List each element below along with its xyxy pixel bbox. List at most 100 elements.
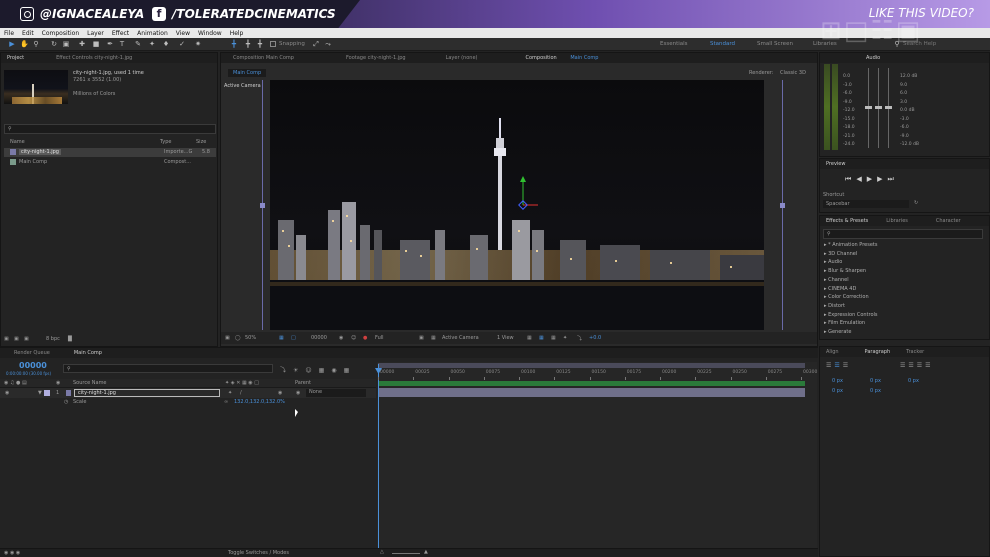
timeline-search-input[interactable]: ⚲ xyxy=(63,364,273,373)
layer-name[interactable]: city-night-1.jpg xyxy=(74,389,220,397)
viewer-timecode[interactable]: 00000 xyxy=(311,335,327,341)
effects-list-item[interactable]: ▸ Distort xyxy=(824,303,845,309)
table-row[interactable]: city-night-1.jpg Importe...G 5.8 xyxy=(4,148,216,157)
zoom-out-icon[interactable]: △ xyxy=(380,549,384,555)
trash-icon[interactable]: █ xyxy=(68,336,72,342)
comp-marker-icon[interactable]: ⤵ xyxy=(280,367,293,374)
justify-all-icon[interactable]: ☰ xyxy=(925,362,933,369)
comp-breadcrumb-button[interactable]: Main Comp xyxy=(228,69,267,77)
menu-view[interactable]: View xyxy=(172,30,194,37)
brush-tool-icon[interactable]: ✎ xyxy=(134,40,142,48)
show-snapshot-icon[interactable]: ☺ xyxy=(351,335,356,341)
exposure-value[interactable]: +0.0 xyxy=(589,335,601,341)
timeline-timecode[interactable]: 00000 xyxy=(19,361,47,370)
local-axis-icon[interactable]: ╋ xyxy=(230,40,238,48)
layer-duration-bar[interactable] xyxy=(378,388,805,397)
tab-comp-prefix[interactable]: Composition xyxy=(519,55,562,61)
menu-effect[interactable]: Effect xyxy=(108,30,133,37)
tab-character[interactable]: Character xyxy=(930,218,967,224)
prev-frame-icon[interactable]: ◀ xyxy=(856,175,866,183)
puppet-tool-icon[interactable]: ✷ xyxy=(194,40,202,48)
effects-list-item[interactable]: ▸ Audio xyxy=(824,259,842,265)
justify-right-icon[interactable]: ☰ xyxy=(917,362,925,369)
effects-list-item[interactable]: ▸ * Animation Presets xyxy=(824,242,877,248)
tab-audio[interactable]: Audio xyxy=(860,55,886,61)
level-slider-mid[interactable] xyxy=(875,106,882,109)
space-after-value[interactable]: 0 px xyxy=(870,388,881,394)
zoom-value[interactable]: 50% xyxy=(245,335,256,341)
tab-tracker[interactable]: Tracker xyxy=(900,349,930,355)
frame-blend-icon[interactable]: ▦ xyxy=(319,367,332,374)
table-row[interactable]: Main Comp Compost... xyxy=(4,158,216,167)
parent-pickwhip-icon[interactable]: ◉ xyxy=(296,390,300,396)
menu-edit[interactable]: Edit xyxy=(18,30,38,37)
col-name[interactable]: Name xyxy=(10,139,25,145)
col-parent[interactable]: Parent xyxy=(295,380,311,386)
new-comp-icon[interactable]: ▣ xyxy=(24,336,29,342)
channel-icon[interactable]: ● xyxy=(363,335,367,341)
snap-feather-icon[interactable]: ⤳ xyxy=(324,40,332,48)
menu-help[interactable]: Help xyxy=(226,30,248,37)
effects-list-item[interactable]: ▸ Generate xyxy=(824,329,851,335)
effects-list-item[interactable]: ▸ 3D Channel xyxy=(824,251,857,257)
effects-list-item[interactable]: ▸ Color Correction xyxy=(824,294,869,300)
rotate-tool-icon[interactable]: ↻ xyxy=(50,40,58,48)
camera-select[interactable]: Active Camera xyxy=(442,335,479,341)
pen-tool-icon[interactable]: ✒ xyxy=(106,40,114,48)
first-frame-icon[interactable]: ⏮ xyxy=(845,175,856,183)
zoom-in-icon[interactable]: ▲ xyxy=(424,549,428,555)
menu-animation[interactable]: Animation xyxy=(133,30,172,37)
fast-preview-icon[interactable]: ▦ xyxy=(539,335,544,341)
roi-icon[interactable]: ▣ xyxy=(419,335,424,341)
workspace-essentials[interactable]: Essentials xyxy=(660,41,688,47)
snapping-checkbox[interactable] xyxy=(270,41,276,47)
footer-icons[interactable]: ◉ ◉ ◉ xyxy=(4,550,20,556)
tab-paragraph[interactable]: Paragraph xyxy=(859,349,897,355)
timeline-zoom-slider[interactable] xyxy=(392,553,420,554)
bound-handle-right[interactable] xyxy=(780,203,785,208)
constrain-proportions-icon[interactable]: ∞ xyxy=(224,399,228,405)
project-search-input[interactable]: ⚲ xyxy=(4,124,216,134)
tab-composition[interactable]: Composition Main Comp xyxy=(227,55,300,61)
menu-composition[interactable]: Composition xyxy=(38,30,83,37)
shy-icon[interactable]: ☺ xyxy=(305,367,318,374)
next-frame-icon[interactable]: ▶ xyxy=(877,175,887,183)
level-slider-right[interactable] xyxy=(885,106,892,109)
world-axis-icon[interactable]: ╋ xyxy=(244,40,252,48)
play-icon[interactable]: ▶ xyxy=(867,175,877,183)
col-size[interactable]: Size xyxy=(196,139,206,145)
effects-list-item[interactable]: ▸ Expression Controls xyxy=(824,312,878,318)
tab-project[interactable]: Project xyxy=(1,55,30,61)
tab-footage[interactable]: Footage city-night-1.jpg xyxy=(340,55,412,61)
timeline-icon[interactable]: ▦ xyxy=(551,335,556,341)
first-line-indent-value[interactable]: 0 px xyxy=(908,378,919,384)
roto-brush-tool-icon[interactable]: ✓ xyxy=(178,40,186,48)
menu-layer[interactable]: Layer xyxy=(83,30,108,37)
tab-comp-name[interactable]: Main Comp xyxy=(564,55,604,61)
bound-handle-left[interactable] xyxy=(260,203,265,208)
resolution-select[interactable]: Full xyxy=(375,335,384,341)
grid-icon[interactable]: □ xyxy=(291,335,296,341)
tab-main-comp[interactable]: Main Comp xyxy=(68,350,108,356)
pixel-aspect-icon[interactable]: ▦ xyxy=(527,335,532,341)
toggle-switches-modes[interactable]: Toggle Switches / Modes xyxy=(228,550,289,556)
draft-3d-icon[interactable]: ☀ xyxy=(293,367,305,374)
space-before-value[interactable]: 0 px xyxy=(832,388,843,394)
effects-search-input[interactable]: ⚲ xyxy=(823,229,983,239)
align-right-icon[interactable]: ☰ xyxy=(843,362,851,369)
type-tool-icon[interactable]: T xyxy=(118,40,126,48)
effects-list-item[interactable]: ▸ Film Emulation xyxy=(824,320,865,326)
justify-center-icon[interactable]: ☰ xyxy=(908,362,916,369)
indent-left-value[interactable]: 0 px xyxy=(832,378,843,384)
workspace-small-screen[interactable]: Small Screen xyxy=(757,41,793,47)
transparency-grid-icon[interactable]: ▦ xyxy=(431,335,436,341)
menu-window[interactable]: Window xyxy=(194,30,226,37)
align-center-icon[interactable]: ☰ xyxy=(834,362,842,369)
tab-effects-presets[interactable]: Effects & Presets xyxy=(820,218,874,224)
effects-list-item[interactable]: ▸ Blur & Sharpen xyxy=(824,268,866,274)
current-time-indicator[interactable] xyxy=(378,364,379,549)
stopwatch-icon[interactable]: ◷ xyxy=(64,399,68,405)
level-slider-left[interactable] xyxy=(865,106,872,109)
reset-exposure-icon[interactable]: ⤵ xyxy=(577,335,582,342)
snap-options-icon[interactable]: ⤢ xyxy=(312,40,320,48)
